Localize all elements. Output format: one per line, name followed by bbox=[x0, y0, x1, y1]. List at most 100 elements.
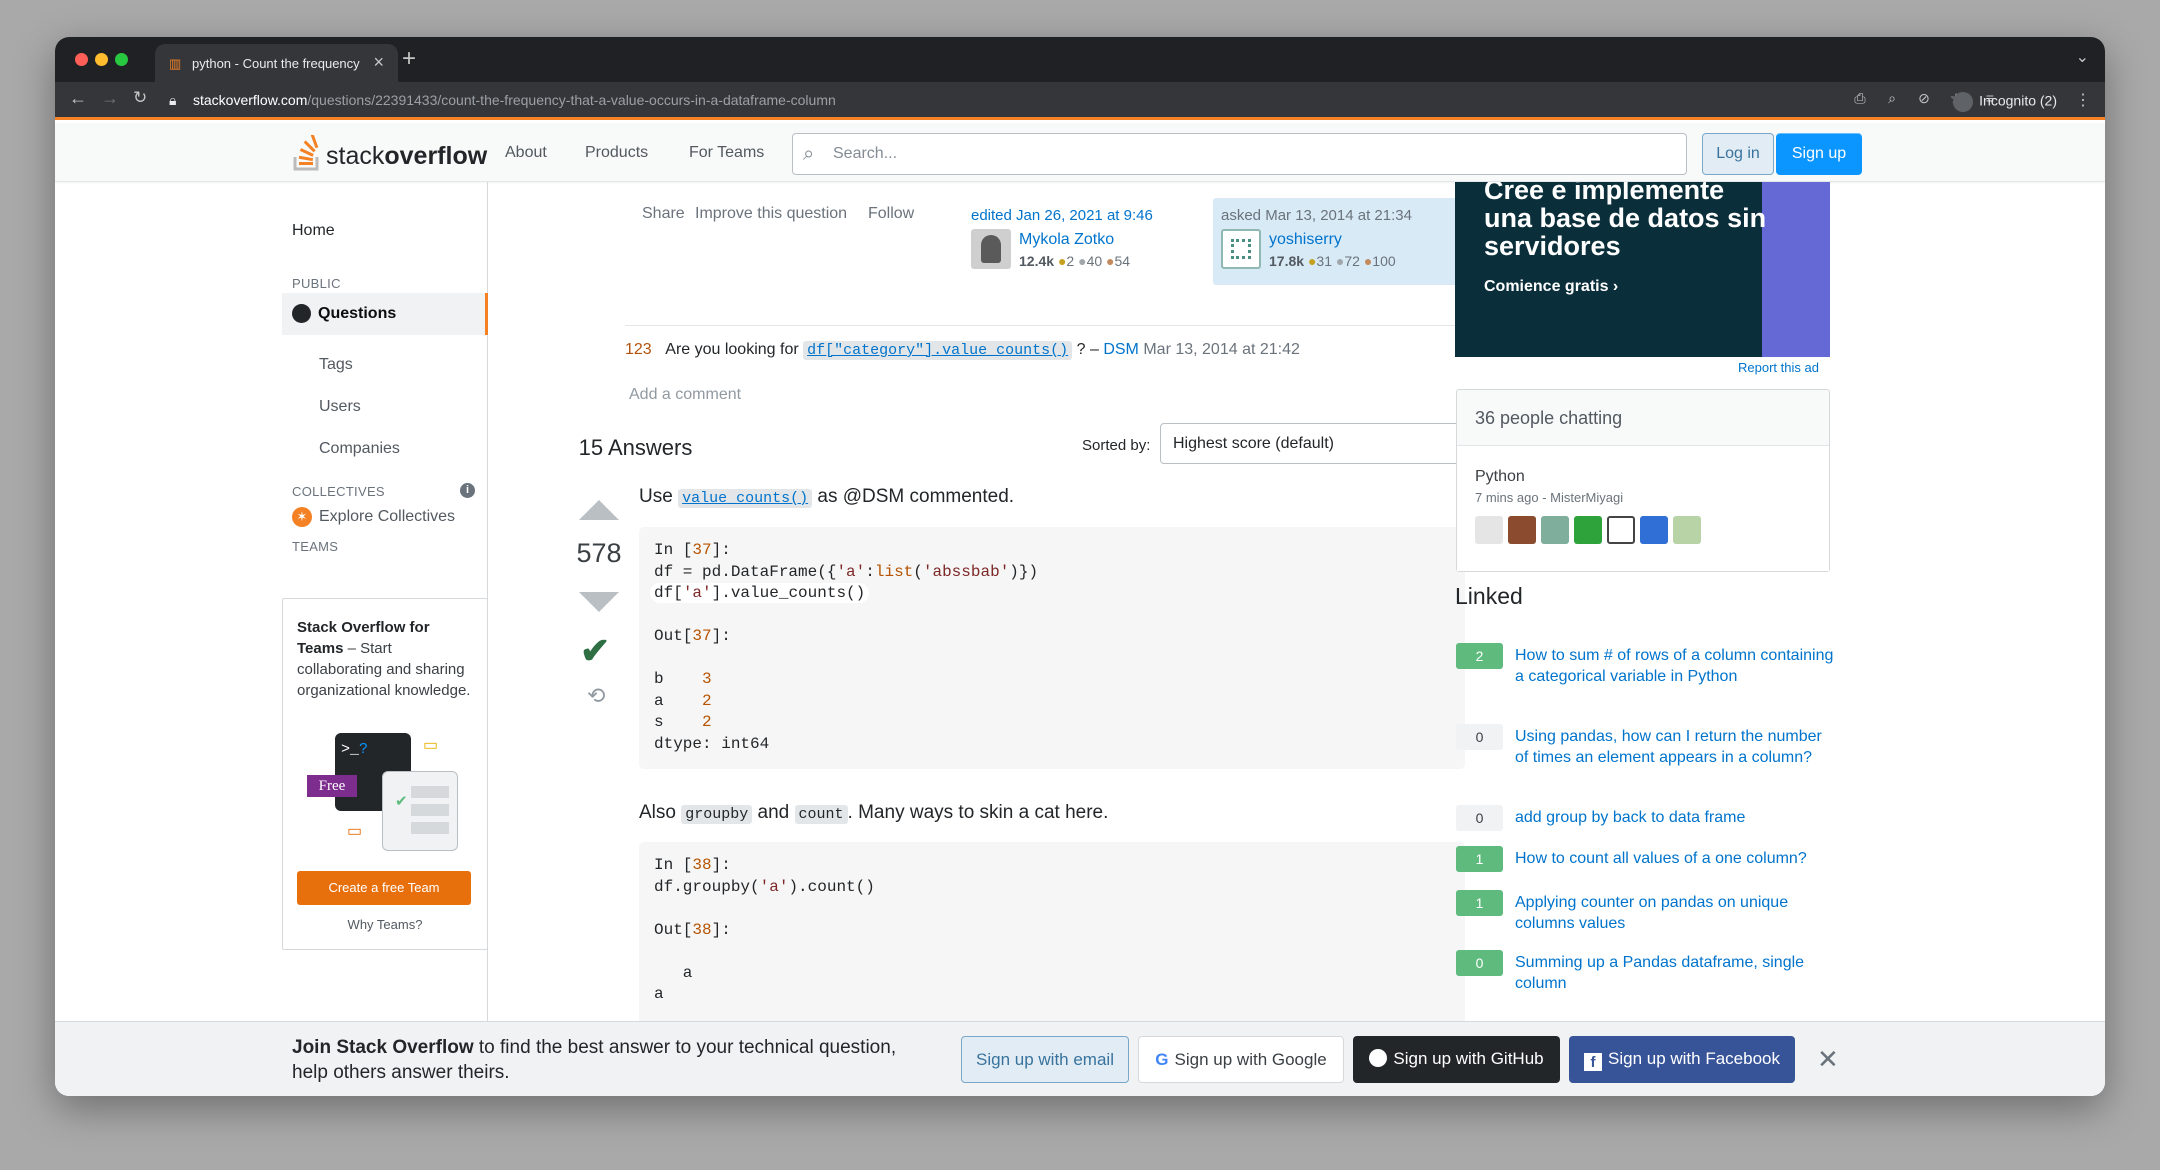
sidebar-item-explore-collectives[interactable]: Explore Collectives bbox=[319, 508, 455, 526]
groupby-code: groupby bbox=[681, 805, 753, 824]
linked-title[interactable]: How to count all values of a one column? bbox=[1515, 848, 1835, 869]
signup-facebook-button[interactable]: f Sign up with Facebook bbox=[1569, 1036, 1795, 1083]
asker-name[interactable]: yoshiserry bbox=[1269, 231, 1342, 249]
linked-title[interactable]: How to sum # of rows of a column contain… bbox=[1515, 645, 1835, 687]
linked-score: 1 bbox=[1456, 846, 1503, 872]
tab-search-chevron-icon[interactable]: ⌄ bbox=[2076, 47, 2089, 67]
stackoverflow-logo[interactable]: stack overflow bbox=[292, 131, 487, 171]
add-comment-link[interactable]: Add a comment bbox=[629, 386, 741, 404]
report-ad-link[interactable]: Report this ad bbox=[1738, 360, 1819, 375]
editor-name[interactable]: Mykola Zotko bbox=[1019, 231, 1114, 249]
chat-avatar-3[interactable] bbox=[1541, 516, 1569, 544]
linked-title[interactable]: Applying counter on pandas on unique col… bbox=[1515, 892, 1835, 934]
chat-avatar-4[interactable] bbox=[1574, 516, 1602, 544]
accepted-check-icon: ✔ bbox=[580, 630, 611, 671]
close-banner-icon[interactable]: ✕ bbox=[1817, 1044, 1839, 1075]
count-code: count bbox=[794, 805, 848, 824]
chat-room[interactable]: Python bbox=[1475, 468, 1525, 486]
asker-gold: 31 bbox=[1316, 253, 1332, 269]
nav-for-teams[interactable]: For Teams bbox=[689, 144, 764, 162]
sidebar-item-questions[interactable]: Questions bbox=[282, 293, 488, 335]
chat-avatar-7[interactable] bbox=[1673, 516, 1701, 544]
tracking-protection-icon[interactable]: ⊘ bbox=[1915, 90, 1933, 108]
follow-link[interactable]: Follow bbox=[868, 205, 914, 223]
asker-signature: asked Mar 13, 2014 at 21:34 yoshiserry 1… bbox=[1213, 198, 1463, 285]
history-icon[interactable]: ⟲ bbox=[587, 683, 605, 709]
lock-icon: 🔒︎ bbox=[169, 92, 177, 108]
signup-button[interactable]: Sign up bbox=[1776, 133, 1862, 175]
maximize-window-button[interactable] bbox=[115, 53, 128, 66]
answer-also-pre: Also bbox=[639, 802, 676, 823]
editor-avatar[interactable] bbox=[971, 229, 1011, 269]
share-link[interactable]: Share bbox=[642, 205, 685, 223]
signup-github-button[interactable]: Sign up with GitHub bbox=[1353, 1036, 1560, 1083]
linked-title[interactable]: Using pandas, how can I return the numbe… bbox=[1515, 726, 1835, 768]
editor-rep: 12.4k bbox=[1019, 253, 1055, 269]
main-content: Share Improve this question Follow edite… bbox=[505, 182, 1505, 1096]
upvote-icon[interactable] bbox=[579, 500, 619, 520]
edited-time[interactable]: edited Jan 26, 2021 at 9:46 bbox=[971, 207, 1153, 224]
sidebar-item-users[interactable]: Users bbox=[319, 398, 361, 416]
sidebar-item-home[interactable]: Home bbox=[292, 222, 335, 240]
code-block-1: In [37]: df = pd.DataFrame({'a':list('ab… bbox=[639, 527, 1465, 769]
nav-products[interactable]: Products bbox=[585, 144, 648, 162]
sort-select[interactable]: Highest score (default)▲ bbox=[1160, 423, 1482, 464]
linked-title[interactable]: Summing up a Pandas dataframe, single co… bbox=[1515, 952, 1835, 994]
signup-google-button[interactable]: G Sign up with Google bbox=[1138, 1036, 1344, 1083]
stackoverflow-logo-icon bbox=[293, 135, 319, 171]
improve-question-link[interactable]: Improve this question bbox=[695, 205, 847, 223]
back-icon[interactable]: ← bbox=[69, 88, 87, 109]
chat-header[interactable]: 36 people chatting bbox=[1475, 408, 1622, 429]
comment-time[interactable]: Mar 13, 2014 at 21:42 bbox=[1143, 341, 1300, 358]
close-window-button[interactable] bbox=[75, 53, 88, 66]
vote-cell: 578 ✔ ⟲ bbox=[562, 486, 636, 722]
comment-code-link[interactable]: df["category"].value_counts() bbox=[803, 341, 1073, 360]
editor-signature: edited Jan 26, 2021 at 9:46 Mykola Zotko… bbox=[963, 198, 1213, 285]
login-button[interactable]: Log in bbox=[1702, 133, 1774, 175]
comment-user[interactable]: DSM bbox=[1103, 341, 1139, 358]
incognito-icon bbox=[1953, 92, 1974, 112]
chat-avatar-6[interactable] bbox=[1640, 516, 1668, 544]
why-teams-link[interactable]: Why Teams? bbox=[283, 917, 487, 932]
nav-about[interactable]: About bbox=[505, 144, 547, 162]
editor-bronze: 54 bbox=[1114, 253, 1131, 269]
reload-icon[interactable]: ↻ bbox=[133, 88, 147, 108]
linked-score: 0 bbox=[1456, 950, 1503, 976]
minimize-window-button[interactable] bbox=[95, 53, 108, 66]
search-box[interactable]: ⌕ bbox=[792, 133, 1687, 175]
new-tab-icon[interactable]: + bbox=[402, 45, 416, 73]
url-field[interactable]: 🔒︎ stackoverflow.com/questions/22391433/c… bbox=[169, 86, 2105, 114]
answers-count: 15 Answers bbox=[562, 428, 709, 467]
search-input[interactable] bbox=[833, 142, 1633, 166]
value-counts-link[interactable]: value_counts() bbox=[678, 489, 813, 508]
browser-menu-icon[interactable]: ⋮ bbox=[2075, 90, 2091, 110]
collectives-icon: ✶ bbox=[292, 507, 312, 527]
forward-icon[interactable]: → bbox=[101, 88, 119, 109]
chat-avatar-1[interactable] bbox=[1475, 516, 1503, 544]
translate-icon[interactable]: ⎙ bbox=[1851, 90, 1869, 108]
ad-cta[interactable]: Comience gratis › bbox=[1484, 278, 1618, 296]
sidebar-item-tags[interactable]: Tags bbox=[319, 356, 353, 374]
incognito-indicator[interactable]: Incognito (2) bbox=[1953, 92, 2057, 112]
chat-avatar-2[interactable] bbox=[1508, 516, 1536, 544]
close-tab-icon[interactable]: × bbox=[373, 52, 384, 73]
answer-intro: Use value_counts() as @DSM commented. bbox=[639, 486, 1014, 508]
globe-icon bbox=[292, 304, 311, 323]
url-host: stackoverflow.com bbox=[193, 92, 308, 108]
tab-title: python - Count the frequency that a valu… bbox=[192, 56, 362, 71]
create-team-button[interactable]: Create a free Team bbox=[297, 871, 471, 905]
downvote-icon[interactable] bbox=[579, 592, 619, 612]
browser-tab[interactable]: ▥ python - Count the frequency that a va… bbox=[155, 44, 398, 82]
google-icon: G bbox=[1155, 1050, 1169, 1069]
linked-title[interactable]: add group by back to data frame bbox=[1515, 807, 1835, 828]
zoom-icon[interactable]: ⌕ bbox=[1883, 90, 1901, 108]
signup-email-button[interactable]: Sign up with email bbox=[961, 1036, 1129, 1083]
chat-avatar-5[interactable] bbox=[1607, 516, 1635, 544]
asker-silver: 72 bbox=[1344, 253, 1360, 269]
info-icon[interactable]: i bbox=[460, 483, 475, 498]
signup-github-label: Sign up with GitHub bbox=[1393, 1049, 1544, 1068]
linked-score: 1 bbox=[1456, 890, 1503, 916]
sidebar-item-companies[interactable]: Companies bbox=[319, 440, 400, 458]
advertisement[interactable]: Cree e implemente una base de datos sin … bbox=[1455, 182, 1830, 357]
asker-avatar[interactable] bbox=[1221, 229, 1261, 269]
